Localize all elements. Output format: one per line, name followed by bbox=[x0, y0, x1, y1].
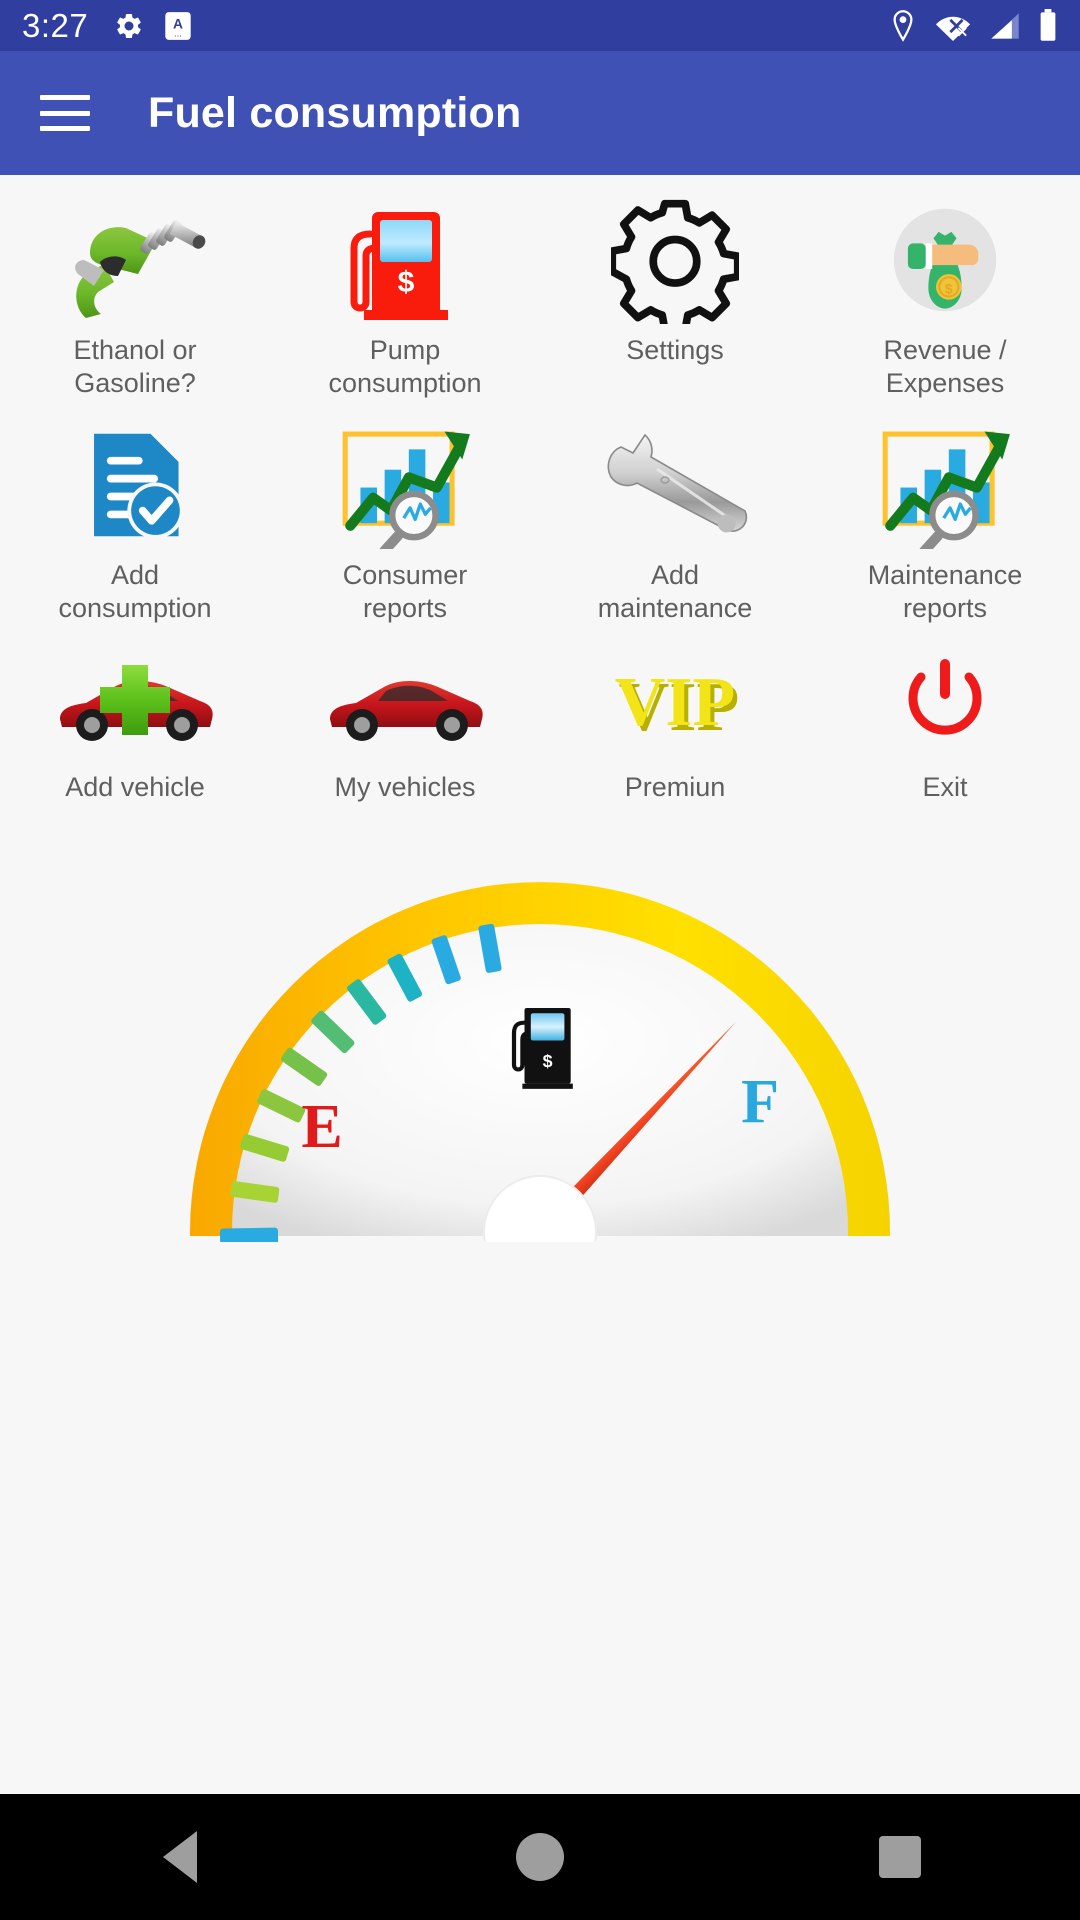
cell-signal-icon bbox=[991, 12, 1019, 39]
menu-item-add-vehicle[interactable]: Add vehicle bbox=[0, 631, 270, 810]
menu-item-label: Add vehicle bbox=[65, 771, 205, 802]
svg-text:...: ... bbox=[174, 28, 182, 38]
app-screen: 3:27 A ... Fuel consumption Ethanol or G… bbox=[0, 0, 1080, 1920]
menu-item-pump-consumption[interactable]: $ Pump consumption bbox=[270, 181, 540, 406]
home-button[interactable] bbox=[465, 1794, 615, 1920]
document-check-icon bbox=[4, 420, 266, 550]
money-bag-hand-icon: $ bbox=[814, 195, 1076, 325]
status-bar-system-icons bbox=[889, 8, 1058, 43]
menu-item-revenue-expenses[interactable]: $ Revenue / Expenses bbox=[810, 181, 1080, 406]
menu-item-premium[interactable]: VIP VIP Premiun bbox=[540, 631, 810, 810]
svg-text:VIP: VIP bbox=[615, 664, 736, 741]
recents-icon bbox=[879, 1836, 921, 1878]
battery-full-icon bbox=[1040, 8, 1056, 41]
menu-item-settings[interactable]: Settings bbox=[540, 181, 810, 406]
menu-item-my-vehicles[interactable]: My vehicles bbox=[270, 631, 540, 810]
menu-item-label: Premiun bbox=[624, 771, 726, 802]
menu-item-ethanol-or-gasoline[interactable]: Ethanol or Gasoline? bbox=[0, 181, 270, 406]
menu-grid-row-1: Ethanol or Gasoline? $ Pump consumption … bbox=[0, 181, 1080, 406]
back-button[interactable] bbox=[105, 1794, 255, 1920]
page-title: Fuel consumption bbox=[148, 88, 522, 137]
svg-text:$: $ bbox=[945, 280, 953, 296]
status-bar: 3:27 A ... bbox=[0, 0, 1080, 51]
android-navigation-bar bbox=[0, 1794, 1080, 1920]
menu-item-label: My vehicles bbox=[334, 771, 476, 802]
bar-chart-magnifier-icon bbox=[274, 420, 536, 550]
menu-item-label: Pump consumption bbox=[328, 335, 482, 398]
bar-chart-magnifier-icon bbox=[814, 420, 1076, 550]
menu-item-label: Exit bbox=[922, 771, 968, 802]
wrench-icon bbox=[544, 420, 806, 550]
gauge-empty-label: E bbox=[301, 1093, 342, 1161]
gas-pump-icon: $ bbox=[274, 195, 536, 325]
hamburger-bar bbox=[40, 126, 90, 131]
back-icon bbox=[163, 1831, 197, 1883]
hamburger-bar bbox=[40, 110, 90, 116]
menu-item-add-maintenance[interactable]: Add maintenance bbox=[540, 406, 810, 631]
svg-text:$: $ bbox=[543, 1050, 553, 1070]
hamburger-menu-icon[interactable] bbox=[40, 95, 90, 131]
fuel-gauge: E F $ bbox=[0, 812, 1080, 1242]
menu-item-maintenance-reports[interactable]: Maintenance reports bbox=[810, 406, 1080, 631]
menu-item-label: Maintenance reports bbox=[867, 559, 1023, 623]
menu-item-label: Consumer reports bbox=[342, 559, 468, 623]
wifi-off-icon bbox=[935, 16, 971, 41]
location-pin-icon bbox=[893, 9, 913, 42]
gear-outline-icon bbox=[544, 195, 806, 325]
menu-item-label: Revenue / Expenses bbox=[883, 335, 1007, 398]
menu-item-label: Add maintenance bbox=[597, 559, 753, 623]
menu-item-exit[interactable]: Exit bbox=[810, 631, 1080, 810]
status-bar-notification-icons: A ... bbox=[114, 11, 192, 41]
menu-item-label: Ethanol or Gasoline? bbox=[73, 335, 197, 398]
menu-grid-row-2: Add consumption Consumer reports Add mai… bbox=[0, 406, 1080, 631]
menu-item-label: Add consumption bbox=[58, 559, 212, 623]
fuel-nozzle-icon bbox=[4, 195, 266, 325]
power-off-icon bbox=[814, 645, 1076, 757]
gear-icon bbox=[117, 13, 141, 38]
car-icon bbox=[274, 645, 536, 757]
main-content: Ethanol or Gasoline? $ Pump consumption … bbox=[0, 175, 1080, 1242]
android-auto-badge-icon: A ... bbox=[165, 11, 191, 40]
menu-item-consumer-reports[interactable]: Consumer reports bbox=[270, 406, 540, 631]
svg-text:$: $ bbox=[398, 266, 415, 299]
menu-item-label: Settings bbox=[626, 335, 724, 365]
vip-icon: VIP VIP bbox=[544, 645, 806, 757]
app-bar: Fuel consumption bbox=[0, 51, 1080, 175]
gauge-full-label: F bbox=[741, 1068, 779, 1136]
hamburger-bar bbox=[40, 95, 90, 100]
home-icon bbox=[516, 1833, 564, 1881]
car-plus-icon bbox=[4, 645, 266, 757]
recents-button[interactable] bbox=[825, 1794, 975, 1920]
menu-item-add-consumption[interactable]: Add consumption bbox=[0, 406, 270, 631]
status-bar-clock: 3:27 bbox=[22, 7, 89, 44]
menu-grid-row-3: Add vehicle My vehicles VIP VIP Premiun … bbox=[0, 631, 1080, 810]
